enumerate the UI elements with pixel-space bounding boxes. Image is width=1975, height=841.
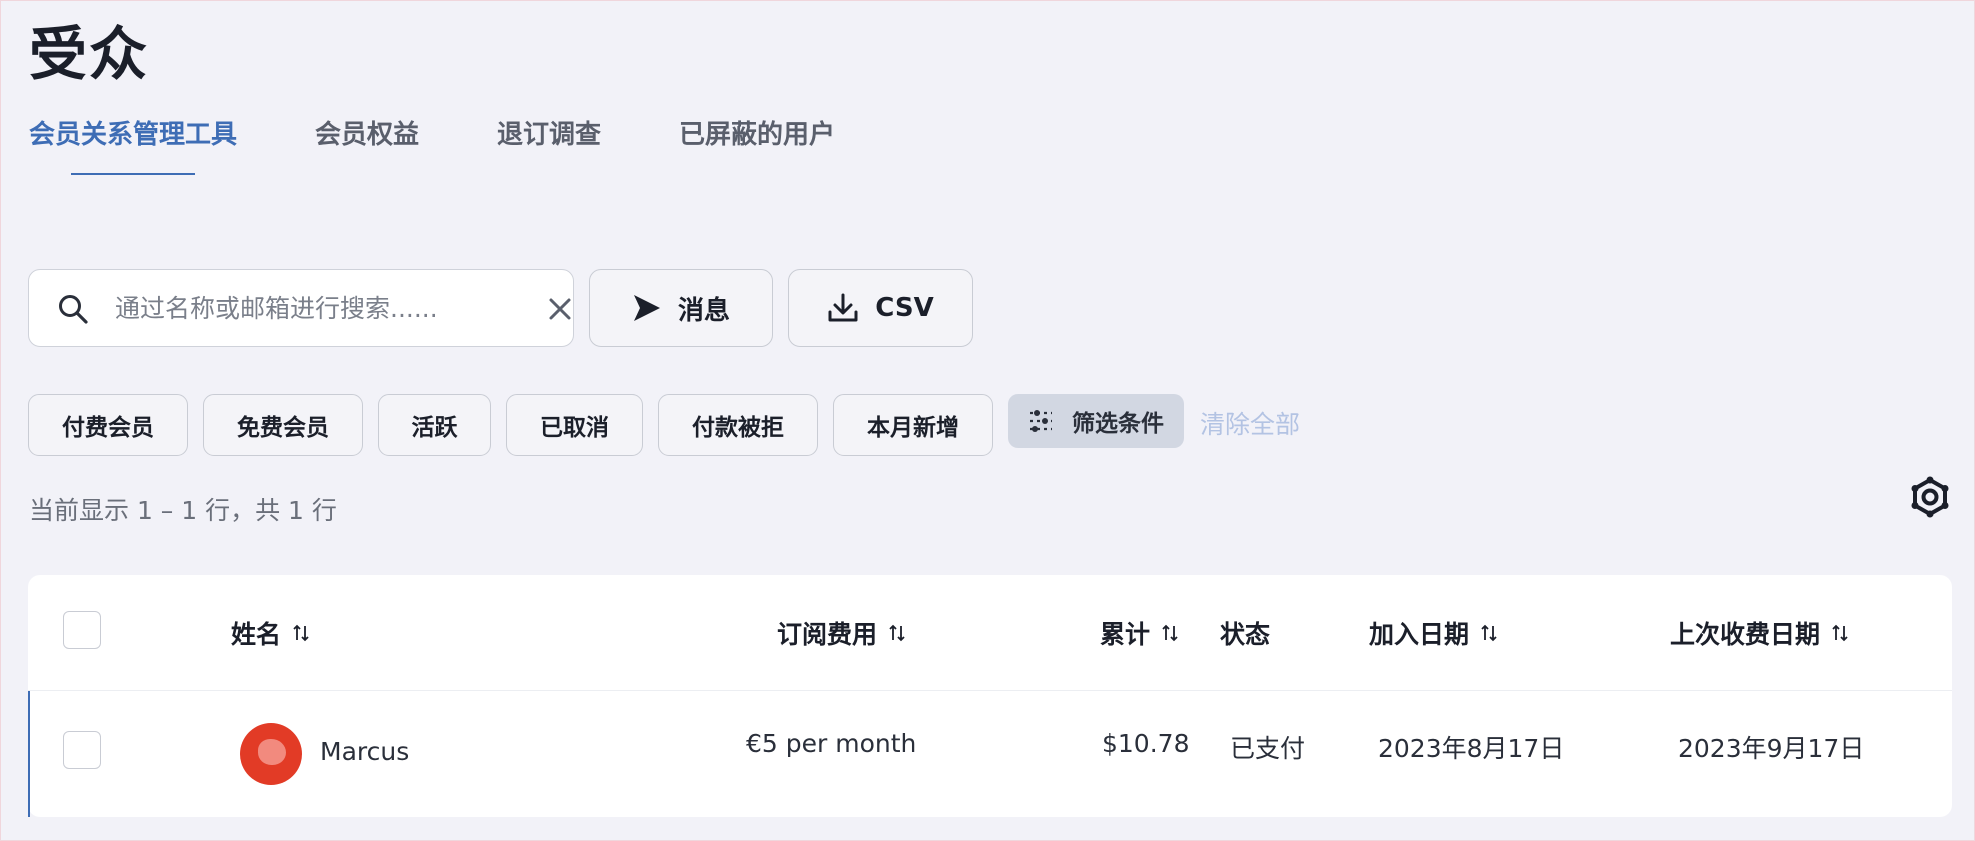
search-box <box>28 269 574 347</box>
filter-conditions-label: 筛选条件 <box>1072 411 1164 437</box>
filter-chip-cancelled[interactable]: 已取消 <box>506 394 643 456</box>
filter-chip-payment-declined[interactable]: 付款被拒 <box>658 394 818 456</box>
member-name[interactable]: Marcus <box>320 737 409 766</box>
filter-chip-paid[interactable]: 付费会员 <box>28 394 188 456</box>
settings-gear-icon[interactable] <box>1909 476 1951 518</box>
sort-icon <box>1832 624 1848 642</box>
send-icon <box>633 295 660 321</box>
table-row[interactable]: Marcus €5 per month $10.78 已支付 2023年8月17… <box>28 691 1952 817</box>
search-input[interactable] <box>115 288 505 328</box>
column-header-last-charge-label: 上次收费日期 <box>1670 620 1821 649</box>
message-button-label: 消息 <box>677 295 730 326</box>
search-icon <box>59 295 88 324</box>
csv-button-label: CSV <box>875 293 934 323</box>
tab-cancellation-survey[interactable]: 退订调查 <box>497 113 601 175</box>
tab-crm[interactable]: 会员关系管理工具 <box>29 113 237 175</box>
clear-all-link[interactable]: 清除全部 <box>1200 405 1300 441</box>
sort-icon <box>293 624 309 642</box>
column-header-status-label: 状态 <box>1220 620 1271 649</box>
filter-conditions-button[interactable]: 筛选条件 <box>1008 394 1184 448</box>
status-badge: 已支付 <box>1230 734 1306 763</box>
tab-membership-benefits[interactable]: 会员权益 <box>315 113 419 175</box>
column-header-lifetime-label: 累计 <box>1100 620 1151 649</box>
sort-icon <box>1481 624 1497 642</box>
row-count-text: 当前显示 1 – 1 行，共 1 行 <box>29 496 337 525</box>
last-charge-date: 2023年9月17日 <box>1678 734 1865 763</box>
avatar <box>240 723 302 785</box>
page-title: 受众 <box>29 20 150 88</box>
clear-icon[interactable] <box>547 296 573 322</box>
column-header-joined[interactable]: 加入日期 <box>1369 615 1499 651</box>
joined-date: 2023年8月17日 <box>1378 734 1565 763</box>
select-all-checkbox[interactable] <box>63 611 101 649</box>
sort-icon <box>889 624 905 642</box>
table-header: 姓名 订阅费用 累计 状态 加入日期 上次收费日期 <box>28 575 1952 691</box>
column-header-status: 状态 <box>1220 615 1270 651</box>
csv-export-button[interactable]: CSV <box>788 269 973 347</box>
filter-sliders-icon <box>1030 410 1052 432</box>
filter-chip-free[interactable]: 免费会员 <box>203 394 363 456</box>
download-icon <box>828 293 858 322</box>
members-table: 姓名 订阅费用 累计 状态 加入日期 上次收费日期 Marcus €5 per … <box>28 575 1952 817</box>
filter-chip-active[interactable]: 活跃 <box>378 394 491 456</box>
sort-icon <box>1162 624 1178 642</box>
column-header-joined-label: 加入日期 <box>1369 620 1470 649</box>
filter-chip-new-this-month[interactable]: 本月新增 <box>833 394 993 456</box>
tab-blocked-users[interactable]: 已屏蔽的用户 <box>679 113 835 175</box>
column-header-name[interactable]: 姓名 <box>231 615 311 651</box>
row-checkbox[interactable] <box>63 731 101 769</box>
message-button[interactable]: 消息 <box>589 269 773 347</box>
lifetime-value: $10.78 <box>1102 729 1190 758</box>
column-header-subscription[interactable]: 订阅费用 <box>777 615 907 651</box>
column-header-name-label: 姓名 <box>231 620 282 649</box>
tab-bar: 会员关系管理工具 会员权益 退订调查 已屏蔽的用户 <box>29 113 913 175</box>
column-header-lifetime[interactable]: 累计 <box>1100 615 1180 651</box>
column-header-last-charge[interactable]: 上次收费日期 <box>1670 615 1850 651</box>
subscription-fee: €5 per month <box>746 729 917 758</box>
column-header-subscription-label: 订阅费用 <box>777 620 878 649</box>
